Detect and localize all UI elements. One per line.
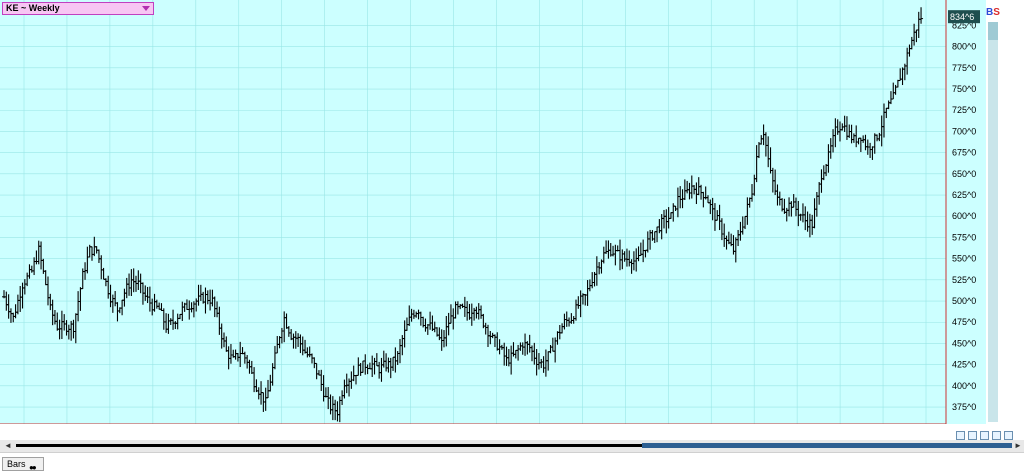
y-tick-label: 450^0 — [952, 338, 976, 348]
y-tick-label: 800^0 — [952, 42, 976, 52]
y-tick-label: 750^0 — [952, 84, 976, 94]
horizontal-scrollbar[interactable]: ◄ ► — [0, 440, 1024, 452]
nav-last-icon[interactable] — [1004, 431, 1013, 440]
scroll-thumb[interactable] — [642, 443, 1012, 448]
y-tick-label: 725^0 — [952, 105, 976, 115]
buy-sell-badge[interactable]: BS — [986, 7, 1000, 18]
vertical-scroll-handle[interactable] — [988, 22, 998, 40]
y-tick-label: 375^0 — [952, 402, 976, 412]
nav-prev-icon[interactable] — [968, 431, 977, 440]
symbol-title: KE ~ Weekly — [6, 3, 60, 13]
bars-tab[interactable]: Bars ●● — [2, 457, 44, 472]
dropdown-arrow-icon[interactable] — [142, 6, 150, 11]
time-axis — [0, 424, 986, 440]
bars-tab-label: Bars — [7, 459, 26, 469]
y-tick-label: 650^0 — [952, 169, 976, 179]
scroll-right-icon[interactable]: ► — [1014, 441, 1022, 450]
y-tick-label: 400^0 — [952, 381, 976, 391]
y-tick-label: 550^0 — [952, 254, 976, 264]
y-tick-label: 575^0 — [952, 232, 976, 242]
scroll-left-icon[interactable]: ◄ — [4, 441, 12, 450]
symbol-selector[interactable]: KE ~ Weekly — [2, 2, 154, 15]
y-tick-label: 775^0 — [952, 63, 976, 73]
y-tick-label: 675^0 — [952, 148, 976, 158]
y-tick-label: 425^0 — [952, 360, 976, 370]
vertical-scroll-track[interactable] — [988, 22, 998, 422]
ohlc-chart: 375^0 400^0 425^0 450^0 475^0 500^0 525^0 550^0… — [0, 0, 980, 439]
y-tick-label: 475^0 — [952, 317, 976, 327]
y-tick-label: 700^0 — [952, 126, 976, 136]
status-bar: Bars ●● — [0, 452, 1024, 473]
nav-zoom-icon[interactable] — [980, 431, 989, 440]
y-tick-label: 525^0 — [952, 275, 976, 285]
sell-label[interactable]: S — [993, 7, 1000, 18]
nav-first-icon[interactable] — [956, 431, 965, 440]
glasses-icon: ●● — [29, 463, 37, 472]
y-tick-label: 625^0 — [952, 190, 976, 200]
last-price-label: 834^6 — [950, 12, 974, 22]
y-tick-label: 600^0 — [952, 211, 976, 221]
y-tick-label: 500^0 — [952, 296, 976, 306]
nav-next-icon[interactable] — [992, 431, 1001, 440]
navigation-buttons — [956, 427, 1016, 440]
